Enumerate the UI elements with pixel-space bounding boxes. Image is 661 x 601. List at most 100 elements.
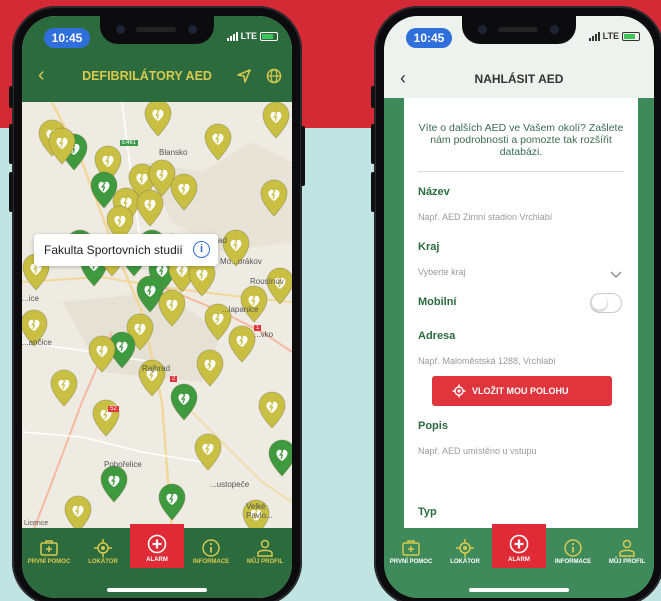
locator-crosshair-icon [94, 539, 112, 557]
globe-icon[interactable] [266, 68, 282, 89]
tab-profile[interactable]: MŮJ PROFIL [600, 528, 654, 598]
status-time: 10:45 [44, 28, 90, 48]
phone-volume-down [9, 172, 13, 212]
app-header: 10:45 LTE ‹ DEFIBRILÁTORY AED [22, 16, 292, 102]
tab-label: LOKÁTOR [88, 559, 118, 565]
mobile-label: Mobilní [418, 296, 457, 308]
alarm-cross-icon [147, 534, 167, 554]
speaker-grille [498, 27, 538, 32]
crosshair-icon [452, 384, 466, 398]
map-canvas [22, 102, 292, 534]
camera-icon [116, 25, 125, 34]
insert-my-location-button[interactable]: VLOŽIT MOU POLOHU [432, 376, 612, 406]
tab-label: PRVNÍ POMOC [27, 559, 71, 565]
address-label: Adresa [418, 330, 456, 342]
navigate-arrow-icon[interactable] [236, 68, 252, 89]
home-indicator[interactable] [469, 588, 569, 592]
notch [100, 16, 214, 44]
bottom-tab-bar: PRVNÍ POMOC LOKÁTOR ALARM INFORMACE MŮJ … [22, 524, 292, 598]
tab-label: INFORMACE [554, 559, 592, 565]
battery-icon [260, 31, 278, 41]
phone-map: Blansko E461 ad Mo...orákov Rousínov ...… [9, 6, 305, 601]
phone-report-form: 10:45 LTE ‹ NAHLÁSIT AED Víte o dalších … [371, 6, 661, 601]
header-row: ‹ DEFIBRILÁTORY AED [22, 62, 292, 92]
first-aid-kit-icon [402, 540, 420, 556]
phone-volume-down [371, 172, 375, 212]
page-title: DEFIBRILÁTORY AED [82, 69, 212, 83]
info-circle-icon [202, 539, 220, 557]
description-label: Popis [418, 420, 448, 432]
map-callout[interactable]: Fakulta Sportovních studií i [34, 234, 218, 266]
sensor-icon [188, 25, 197, 34]
locator-crosshair-icon [456, 539, 474, 557]
alarm-cross-icon [509, 534, 529, 554]
region-select[interactable]: Vyberte kraj [418, 267, 466, 277]
tab-label: ALARM [508, 557, 530, 563]
road-sign: 52 [108, 406, 119, 412]
tab-label: LOKÁTOR [450, 559, 480, 565]
signal-icon [226, 31, 238, 41]
callout-title: Fakulta Sportovních studií [44, 243, 183, 257]
status-indicators: LTE [588, 31, 640, 41]
chevron-down-icon[interactable] [610, 266, 622, 284]
phone-side-button [371, 86, 375, 108]
button-label: VLOŽIT MOU POLOHU [472, 386, 569, 396]
divider [418, 171, 624, 172]
map-label-ad: ad [218, 236, 227, 245]
battery-icon [622, 31, 640, 41]
map-label-pohorelice: Pohořelice [104, 460, 142, 469]
info-icon[interactable]: i [193, 241, 210, 258]
name-field[interactable]: Např. AED Zimní stadion Vrchlabí [418, 212, 552, 222]
description-field[interactable]: Např. AED umístěno u vstupu [418, 446, 537, 456]
sensor-icon [550, 25, 559, 34]
tab-alarm[interactable]: ALARM [492, 524, 546, 568]
info-circle-icon [564, 539, 582, 557]
tab-first-aid[interactable]: PRVNÍ POMOC [22, 528, 76, 598]
speaker-grille [136, 27, 176, 32]
map-label-slavkov: ...vko [254, 330, 274, 339]
map-label-blansko: Blansko [159, 148, 188, 157]
road-sign: E461 [120, 140, 139, 146]
tab-label: MŮJ PROFIL [608, 559, 646, 565]
map-label-slapanice: ...lapanice [222, 305, 259, 314]
tab-label: MŮJ PROFIL [246, 559, 284, 565]
map-label-rousinov: Rousínov [250, 277, 284, 286]
app-header: ‹ NAHLÁSIT AED [384, 58, 654, 98]
network-label: LTE [240, 31, 257, 41]
home-indicator[interactable] [107, 588, 207, 592]
back-chevron-icon[interactable]: ‹ [38, 64, 45, 87]
bottom-tab-bar: PRVNÍ POMOC LOKÁTOR ALARM INFORMACE MŮJ … [384, 524, 654, 598]
map-label-ustopece: ...ustopeče [210, 480, 250, 489]
signal-icon [588, 31, 600, 41]
tab-alarm[interactable]: ALARM [130, 524, 184, 568]
region-label: Kraj [418, 241, 440, 253]
report-form: Víte o dalších AED ve Vašem okolí? Zašle… [404, 98, 638, 530]
map-label-ice: ...ice [22, 294, 39, 303]
tab-label: ALARM [146, 557, 168, 563]
status-bar: 10:45 LTE [22, 16, 292, 58]
status-bar: 10:45 LTE [384, 16, 654, 58]
status-indicators: LTE [226, 31, 278, 41]
screen: 10:45 LTE ‹ NAHLÁSIT AED Víte o dalších … [384, 16, 654, 598]
back-chevron-icon[interactable]: ‹ [400, 68, 406, 89]
user-profile-icon [257, 539, 273, 557]
type-label: Typ [418, 506, 437, 518]
phone-volume-up [9, 124, 13, 164]
phone-volume-up [371, 124, 375, 164]
user-profile-icon [619, 539, 635, 557]
road-sign: 2 [170, 376, 178, 382]
address-field[interactable]: Např. Maloměstská 1288, Vrchlabí [418, 356, 556, 366]
aed-map[interactable]: Blansko E461 ad Mo...orákov Rousínov ...… [22, 102, 292, 534]
map-label-rajhrad: Rajhrad [142, 364, 171, 373]
mobile-toggle[interactable] [590, 293, 622, 313]
notch [462, 16, 576, 44]
map-licence-link[interactable]: Licence [24, 520, 48, 527]
phone-side-button [9, 86, 13, 108]
tab-profile[interactable]: MŮJ PROFIL [238, 528, 292, 598]
tab-label: PRVNÍ POMOC [389, 559, 433, 565]
tab-first-aid[interactable]: PRVNÍ POMOC [384, 528, 438, 598]
name-label: Název [418, 186, 450, 198]
map-label-velke-pavlov: Velké Pavlo... [246, 502, 273, 520]
map-label-morakov: Mo...orákov [220, 257, 262, 266]
phone-power-button [301, 126, 305, 186]
